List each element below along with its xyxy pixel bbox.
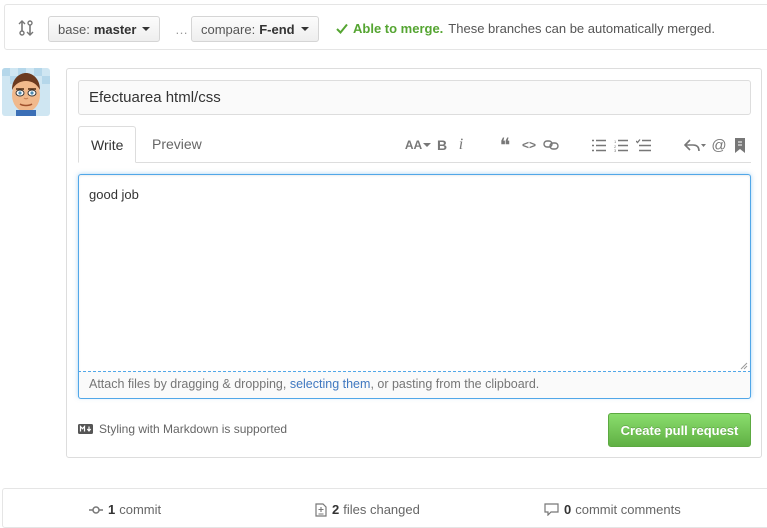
check-icon (336, 23, 348, 34)
text-size-icon: AA (404, 138, 423, 152)
branch-separator: … (175, 22, 188, 37)
summary-bar: 1 commit 2 files changed 0 commit commen… (2, 488, 767, 528)
file-diff-icon (315, 502, 327, 517)
file-attach-area[interactable]: Attach files by dragging & dropping, sel… (78, 362, 751, 399)
comment-body-textarea[interactable]: good job (78, 174, 751, 397)
bold-button[interactable]: B (436, 136, 448, 154)
tab-preview[interactable]: Preview (140, 126, 214, 163)
commit-icon (89, 505, 103, 515)
avatar (2, 68, 50, 116)
link-button[interactable] (543, 136, 559, 154)
quote-icon: ❝ (499, 134, 511, 157)
tab-write[interactable]: Write (78, 126, 137, 163)
comment-icon (544, 503, 559, 516)
compare-label: compare: (201, 21, 256, 37)
attach-text-after: , or pasting from the clipboard. (370, 377, 540, 391)
code-button[interactable]: <> (521, 136, 537, 154)
commits-summary[interactable]: 1 commit (89, 502, 161, 517)
reply-button[interactable] (684, 136, 706, 154)
link-icon (543, 139, 559, 151)
unordered-list-button[interactable] (591, 136, 607, 154)
base-branch-select[interactable]: base: master (48, 16, 161, 42)
base-branch-name: master (93, 21, 137, 37)
title-input[interactable] (78, 80, 751, 115)
merge-status: Able to merge. These branches can be aut… (336, 21, 715, 36)
reply-icon (684, 138, 706, 152)
markdown-note[interactable]: Styling with Markdown is supported (78, 422, 287, 436)
commits-label: commit (119, 502, 162, 517)
saved-replies-button[interactable] (734, 136, 746, 154)
bold-icon: B (436, 137, 448, 153)
tasklist-icon (635, 138, 651, 152)
ordered-list-button[interactable]: 123 (613, 136, 629, 154)
tabs-divider (136, 162, 751, 163)
attach-text-before: Attach files by dragging & dropping, (89, 377, 290, 391)
compare-bar: base: master … compare: F-end Able to me… (4, 4, 767, 50)
list-unordered-icon (592, 139, 606, 152)
files-summary[interactable]: 2 files changed (315, 502, 420, 517)
create-pull-request-button[interactable]: Create pull request (608, 413, 751, 447)
compare-branch-select[interactable]: compare: F-end (191, 16, 319, 42)
list-ordered-icon: 123 (614, 139, 628, 152)
files-label: files changed (343, 502, 420, 517)
quote-button[interactable]: ❝ (497, 135, 513, 157)
merge-detail-text: These branches can be automatically merg… (448, 21, 715, 36)
comments-label: commit comments (575, 502, 681, 517)
files-count: 2 (332, 502, 340, 517)
chevron-down-icon (300, 27, 309, 31)
resize-handle-icon[interactable] (740, 362, 748, 370)
italic-button[interactable]: i (456, 136, 466, 154)
task-list-button[interactable] (635, 136, 651, 154)
mention-icon: @ (711, 136, 727, 154)
bookmark-icon (735, 137, 745, 153)
text-size-button[interactable]: AA (404, 136, 432, 154)
merge-ok-text: Able to merge. (353, 21, 444, 36)
chevron-down-icon (423, 143, 432, 147)
italic-icon: i (458, 136, 464, 153)
compare-branch-name: F-end (259, 21, 295, 37)
markdown-note-text: Styling with Markdown is supported (99, 422, 288, 436)
select-files-link[interactable]: selecting them (290, 377, 371, 391)
compare-arrows-icon (17, 19, 35, 37)
comments-count: 0 (564, 502, 572, 517)
commits-count: 1 (108, 502, 116, 517)
base-label: base: (58, 21, 90, 37)
code-icon: <> (521, 138, 536, 152)
markdown-icon (78, 424, 93, 434)
pull-request-form: Write Preview AA B i ❝ <> 123 @ (66, 68, 762, 458)
svg-text:3: 3 (614, 148, 617, 152)
mention-button[interactable]: @ (711, 136, 727, 154)
chevron-down-icon (142, 27, 151, 31)
comments-summary[interactable]: 0 commit comments (544, 502, 681, 517)
